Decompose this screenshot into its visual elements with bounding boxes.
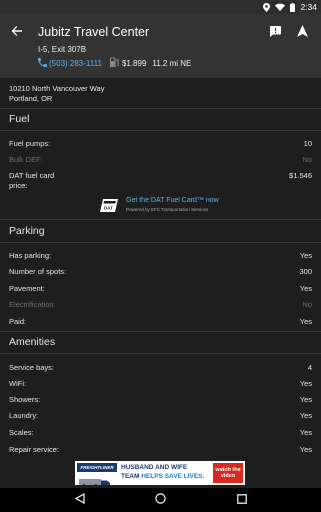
section-title-amenities: Amenities xyxy=(9,336,56,348)
paid-label: Paid: xyxy=(9,317,27,326)
dat-price-value: $1.546 xyxy=(289,171,312,180)
dat-price-label-line-2: price: xyxy=(9,180,28,190)
spots-value: 300 xyxy=(299,267,312,276)
wifi-label: WiFi: xyxy=(9,379,27,388)
bulk-def-value: No xyxy=(302,155,312,164)
row-repair-service: Repair service: Yes xyxy=(9,445,312,457)
paid-value: Yes xyxy=(299,317,312,326)
dat-promo-sub: Powered by EFS Transportation Services xyxy=(126,207,209,212)
chat-button[interactable] xyxy=(264,22,286,44)
bulk-def-label: Bulk DEF: xyxy=(9,155,43,164)
page-title: Jubitz Travel Center xyxy=(38,25,150,39)
back-button[interactable] xyxy=(6,22,28,44)
divider xyxy=(0,130,321,131)
section-title-fuel: Fuel xyxy=(9,113,30,125)
ad-headline-2a: TEAM xyxy=(121,473,142,480)
scales-value: Yes xyxy=(299,428,312,437)
fuel-pumps-label: Fuel pumps: xyxy=(9,139,51,148)
fuel-price: $1.899 xyxy=(121,58,147,68)
divider xyxy=(0,108,321,109)
dat-card-icon: DAT xyxy=(100,198,120,213)
row-bulk-def: Bulk DEF: No xyxy=(9,155,312,167)
contact-row: (503) 283-1111 $1.899 11.2 mi NE xyxy=(38,57,191,69)
status-time: 2:34 xyxy=(300,2,317,12)
showers-label: Showers: xyxy=(9,395,41,404)
system-nav-bar xyxy=(0,488,321,512)
back-arrow-icon xyxy=(11,24,23,42)
has-parking-label: Has parking: xyxy=(9,251,52,260)
service-bays-label: Service bays: xyxy=(9,363,55,372)
chat-icon xyxy=(269,24,281,42)
ad-headline-2: TEAM HELPS SAVE LIVES. xyxy=(121,473,204,480)
location-icon xyxy=(263,2,271,12)
pavement-value: Yes xyxy=(299,284,312,293)
fuel-pumps-value: 10 xyxy=(303,139,312,148)
divider xyxy=(0,219,321,220)
row-showers: Showers: Yes xyxy=(9,395,312,407)
row-fuel-pumps: Fuel pumps: 10 xyxy=(9,139,312,151)
repair-service-label: Repair service: xyxy=(9,445,60,454)
navigate-icon xyxy=(296,24,308,42)
wifi-value: Yes xyxy=(299,379,312,388)
wifi-icon xyxy=(275,3,286,11)
nav-home-icon xyxy=(154,491,166,509)
ad-banner[interactable]: FREIGHTLINER HUSBAND AND WIFE TEAM HELPS… xyxy=(75,461,245,485)
nav-home-button[interactable] xyxy=(152,492,168,508)
address-line-2: Portland, OR xyxy=(9,93,53,103)
status-bar: 2:34 xyxy=(0,0,321,14)
showers-value: Yes xyxy=(299,395,312,404)
nav-recents-button[interactable] xyxy=(234,492,250,508)
electrification-label: Electrification: xyxy=(9,300,56,309)
row-dat-price: DAT fuel card price: $1.546 xyxy=(9,171,312,191)
row-has-parking: Has parking: Yes xyxy=(9,251,312,263)
distance: 11.2 mi NE xyxy=(152,58,192,68)
laundry-value: Yes xyxy=(299,411,312,420)
svg-text:DAT: DAT xyxy=(104,206,113,211)
battery-icon xyxy=(290,2,296,12)
row-pavement: Pavement: Yes xyxy=(9,284,312,296)
phone-link[interactable]: (503) 283-1111 xyxy=(49,59,102,68)
row-scales: Scales: Yes xyxy=(9,428,312,440)
pavement-label: Pavement: xyxy=(9,284,45,293)
exit-info: I-5, Exit 307B xyxy=(38,45,87,54)
row-number-of-spots: Number of spots: 300 xyxy=(9,267,312,279)
ad-headline-2b: HELPS SAVE LIVES. xyxy=(141,473,205,480)
navigate-button[interactable] xyxy=(291,22,313,44)
service-bays-value: 4 xyxy=(307,363,312,372)
row-electrification: Electrification: No xyxy=(9,300,312,312)
app-header: Jubitz Travel Center I-5, Exit 307B (503… xyxy=(0,14,321,78)
dat-promo-link[interactable]: Get the DAT Fuel Card™ now xyxy=(126,197,219,204)
scales-label: Scales: xyxy=(9,428,34,437)
truck-icon xyxy=(79,474,113,485)
row-laundry: Laundry: Yes xyxy=(9,411,312,423)
dat-fuel-card-promo[interactable]: DAT Get the DAT Fuel Card™ now Powered b… xyxy=(100,195,230,217)
ad-watch-video-button[interactable]: watch the video xyxy=(213,463,243,483)
ad-headline-1: HUSBAND AND WIFE xyxy=(121,464,188,471)
electrification-value: No xyxy=(302,300,312,309)
ad-area: FREIGHTLINER HUSBAND AND WIFE TEAM HELPS… xyxy=(0,458,321,488)
has-parking-value: Yes xyxy=(299,251,312,260)
phone-icon xyxy=(38,57,47,69)
ad-brand-logo: FREIGHTLINER xyxy=(77,463,117,472)
section-title-parking: Parking xyxy=(9,225,45,237)
repair-service-value: Yes xyxy=(299,445,312,454)
laundry-label: Laundry: xyxy=(9,411,39,420)
divider xyxy=(0,353,321,354)
row-wifi: WiFi: Yes xyxy=(9,379,312,391)
address-block: 10210 North Vancouver Way Portland, OR xyxy=(9,84,104,103)
dat-price-label: DAT fuel card price: xyxy=(9,171,54,190)
nav-recents-icon xyxy=(237,491,247,509)
status-icons: 2:34 xyxy=(263,0,317,14)
row-paid: Paid: Yes xyxy=(9,317,312,329)
dat-price-label-line-1: DAT fuel card xyxy=(9,171,55,180)
fuel-pump-icon xyxy=(109,57,120,69)
nav-back-icon xyxy=(74,491,85,509)
divider xyxy=(0,242,321,243)
spots-label: Number of spots: xyxy=(9,267,67,276)
row-service-bays: Service bays: 4 xyxy=(9,363,312,375)
address-line-1: 10210 North Vancouver Way xyxy=(9,84,105,93)
divider xyxy=(0,331,321,332)
nav-back-button[interactable] xyxy=(72,492,88,508)
